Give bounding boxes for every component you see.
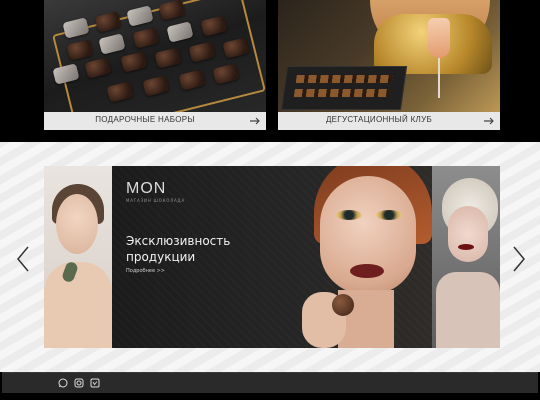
instagram-icon[interactable]	[74, 378, 84, 388]
face	[448, 206, 488, 262]
brand-logo: MON	[126, 180, 167, 197]
chevron-right-icon[interactable]	[510, 244, 528, 274]
vk-icon[interactable]	[90, 378, 100, 388]
arrow-right-icon[interactable]	[482, 114, 496, 128]
eye	[376, 210, 402, 220]
arrow-right-icon[interactable]	[248, 114, 262, 128]
model-photo	[302, 166, 432, 348]
gift-sets-card[interactable]: ПОДАРОЧНЫЕ НАБОРЫ	[44, 0, 266, 130]
brand-tagline: МАГАЗИН ШОКОЛАДА	[126, 198, 186, 203]
lips	[458, 244, 474, 250]
shoulder	[44, 262, 112, 348]
headline-line-2: продукции	[126, 250, 196, 264]
glass-stem	[438, 58, 440, 98]
face	[56, 194, 98, 254]
card-caption-bar: ДЕГУСТАЦИОННЫЙ КЛУБ	[278, 112, 500, 130]
candy-box	[280, 66, 408, 110]
headline-line-1: Эксклюзивность	[126, 234, 231, 248]
candy-row	[293, 89, 391, 97]
whatsapp-icon[interactable]	[58, 378, 68, 388]
slide-headline: Эксклюзивность продукции	[126, 233, 266, 265]
bonbon	[332, 294, 354, 316]
body	[436, 272, 500, 348]
tasting-club-card[interactable]: ДЕГУСТАЦИОННЫЙ КЛУБ	[278, 0, 500, 130]
card-title: ПОДАРОЧНЫЕ НАБОРЫ	[95, 115, 195, 124]
candy-row	[295, 75, 393, 83]
active-slide[interactable]: MON МАГАЗИН ШОКОЛАДА Эксклюзивность прод…	[112, 166, 432, 348]
chevron-left-icon[interactable]	[14, 244, 32, 274]
lips	[350, 264, 384, 278]
next-slide-preview[interactable]	[432, 166, 500, 348]
eye	[336, 210, 362, 220]
champagne-glass	[428, 18, 450, 58]
card-title: ДЕГУСТАЦИОННЫЙ КЛУБ	[325, 115, 433, 124]
more-link[interactable]: Подробнее >>	[126, 268, 165, 274]
footer-bar	[2, 372, 538, 393]
card-caption-bar: ПОДАРОЧНЫЕ НАБОРЫ	[44, 112, 266, 130]
footer	[0, 372, 540, 400]
top-section: ПОДАРОЧНЫЕ НАБОРЫ ДЕГУСТАЦИОННЫЙ КЛУБ	[0, 0, 540, 142]
prev-slide-preview[interactable]	[44, 166, 112, 348]
banner-slider[interactable]: MON МАГАЗИН ШОКОЛАДА Эксклюзивность прод…	[44, 166, 500, 348]
